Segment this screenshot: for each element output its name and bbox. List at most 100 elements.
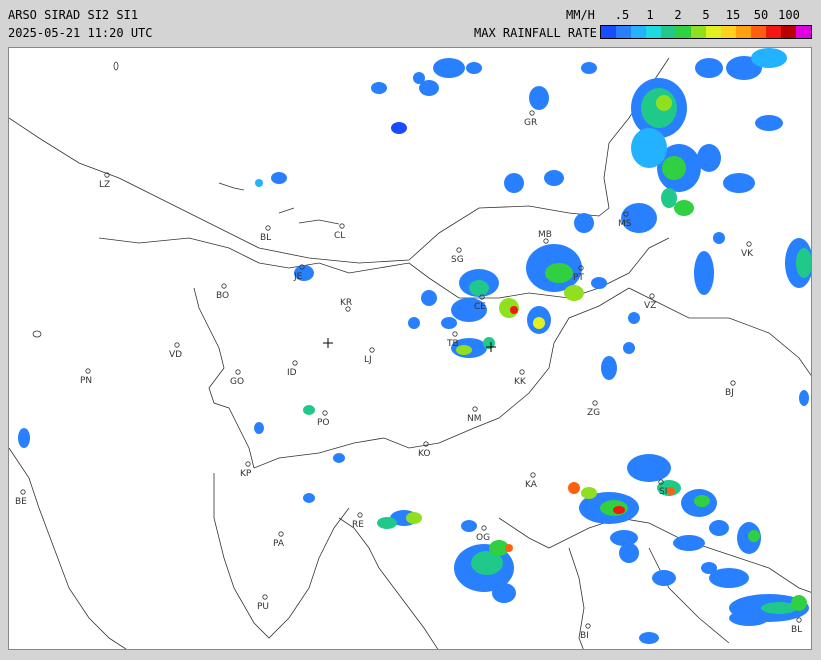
echo-cell	[391, 122, 407, 134]
city-marker	[481, 525, 487, 531]
legend-swatch	[691, 26, 706, 38]
city-label-bl: BL	[260, 233, 271, 243]
legend-tick: 100	[778, 8, 800, 22]
echo-cell	[533, 317, 545, 329]
echo-cell	[271, 172, 287, 184]
echo-cell	[748, 530, 760, 542]
city-label-tb: TB	[446, 339, 459, 349]
echo-cell	[568, 482, 580, 494]
echo-cell	[433, 58, 465, 78]
echo-cell	[709, 520, 729, 536]
echo-cell	[421, 290, 437, 306]
echo-cell	[254, 422, 264, 434]
echo-cell	[492, 583, 516, 603]
radar-title: ARSO SIRAD SI2 SI1	[8, 8, 139, 22]
city-marker	[322, 410, 328, 416]
echo-cell	[661, 188, 677, 208]
echo-cell	[255, 179, 263, 187]
echo-cell	[713, 232, 725, 244]
echo-cell	[755, 115, 783, 131]
echo-cell	[413, 72, 425, 84]
city-label-ce: CE	[474, 302, 486, 312]
echo-cell	[627, 454, 671, 482]
legend-title: MAX RAINFALL RATE	[474, 26, 597, 40]
borders	[9, 57, 811, 649]
echo-cell	[619, 543, 639, 563]
echo-cell	[377, 517, 397, 529]
legend-swatch	[736, 26, 751, 38]
city-marker	[592, 400, 598, 406]
city-label-pn: PN	[80, 376, 92, 386]
city-marker	[221, 283, 227, 289]
echo-cell	[729, 610, 769, 626]
echo-cell	[441, 317, 457, 329]
legend-units: MM/H	[566, 8, 595, 22]
city-marker	[519, 369, 525, 375]
city-marker	[245, 461, 251, 467]
city-label-kr: KR	[340, 298, 352, 308]
city-label-bi: BI	[580, 631, 589, 641]
city-marker	[746, 241, 752, 247]
echo-cell	[791, 595, 807, 611]
legend-tick: 5	[702, 8, 710, 22]
echo-cell	[544, 170, 564, 186]
legend-tick: 2	[674, 8, 682, 22]
legend-ticks: .5 1 2 5 15 50 100	[600, 8, 812, 22]
echo-cell	[581, 62, 597, 74]
city-label-be: BE	[15, 497, 27, 507]
city-marker	[357, 512, 363, 518]
echo-cell	[652, 570, 676, 586]
city-marker	[649, 293, 655, 299]
city-marker	[265, 225, 271, 231]
city-marker	[235, 369, 241, 375]
echo-cell	[631, 128, 667, 168]
echo-cell	[581, 487, 597, 499]
legend-swatch	[676, 26, 691, 38]
echo-cell	[601, 356, 617, 380]
echo-cell	[667, 487, 675, 495]
echo-cell	[18, 428, 30, 448]
city-label-og: OG	[476, 533, 490, 543]
city-label-nm: NM	[467, 414, 482, 424]
color-scale-bar	[600, 25, 812, 39]
city-label-je: JE	[293, 272, 303, 282]
legend-swatch	[796, 26, 811, 38]
city-label-gr: GR	[524, 118, 537, 128]
city-marker	[585, 623, 591, 629]
echo-cell	[656, 95, 672, 111]
legend-swatch	[616, 26, 631, 38]
echo-cell	[564, 285, 584, 301]
legend-tick: 50	[753, 8, 769, 22]
city-label-ko: KO	[418, 449, 431, 459]
echo-cell	[610, 530, 638, 546]
city-marker	[452, 331, 458, 337]
city-label-re: RE	[352, 520, 364, 530]
map-canvas: GR LZ BL CL MB MS VK JE SG PT BO KR CE VZ TB VD LJ PN GO ID…	[9, 48, 811, 649]
echo-cell	[591, 277, 607, 289]
city-label-zg: ZG	[587, 408, 600, 418]
echo-cell	[695, 58, 723, 78]
city-marker	[339, 223, 345, 229]
city-label-vd: VD	[169, 350, 182, 360]
city-label-pt: PT	[573, 273, 584, 283]
echo-cell	[469, 280, 489, 296]
city-marker	[530, 472, 536, 478]
radar-map[interactable]: GR LZ BL CL MB MS VK JE SG PT BO KR CE VZ TB VD LJ PN GO ID…	[8, 47, 812, 650]
echo-cell	[751, 48, 787, 68]
city-marker	[796, 617, 802, 623]
city-label-po: PO	[317, 418, 330, 428]
echo-cell	[674, 200, 694, 216]
city-marker	[456, 247, 462, 253]
city-label-kp: KP	[240, 469, 252, 479]
echo-cell	[799, 390, 809, 406]
echo-cell	[628, 312, 640, 324]
lakes	[32, 61, 340, 338]
legend-swatch	[646, 26, 661, 38]
echo-cell	[505, 544, 513, 552]
city-marker	[174, 342, 180, 348]
legend-swatch	[706, 26, 721, 38]
legend-tick: .5	[614, 8, 630, 22]
echo-cell	[545, 263, 573, 283]
city-label-ka: KA	[525, 480, 538, 490]
echo-cell	[673, 535, 705, 551]
